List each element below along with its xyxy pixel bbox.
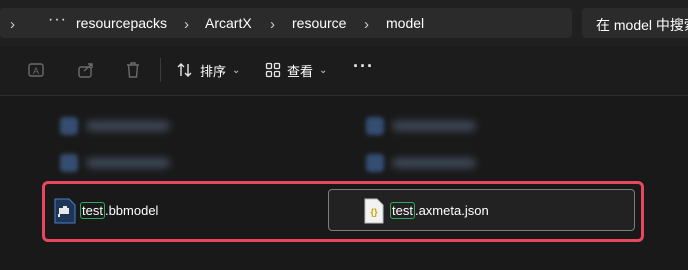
svg-text:A: A [33,66,39,76]
toolbar-divider [160,58,161,82]
view-button[interactable]: 查看 ⌄ [265,59,327,81]
breadcrumb-model[interactable]: model [386,15,424,31]
sort-icon [177,63,192,77]
breadcrumb-arcartx[interactable]: ArcartX [205,15,252,31]
share-icon[interactable] [76,60,96,80]
view-grid-icon [265,62,281,78]
blurred-file-name [86,121,170,131]
blurred-file-item[interactable] [60,152,180,174]
blurred-file-name [392,158,476,168]
chevron-down-icon: ⌄ [319,64,328,76]
chevron-down-icon: ⌄ [232,64,241,76]
sort-label: 排序 [200,63,227,79]
chevron-right-icon[interactable]: › [270,16,275,33]
rename-icon[interactable]: A [26,60,46,80]
blurred-file-icon [366,154,384,172]
blurred-file-name [86,158,170,168]
search-placeholder: 在 model 中搜索 [596,17,688,33]
chevron-right-icon[interactable]: › [364,16,369,33]
blurred-file-name [392,121,476,131]
blurred-file-item[interactable] [60,115,180,137]
chevron-right-icon[interactable]: › [10,16,15,33]
command-bar: A 排序 ⌄ 查看 ⌄ ··· [0,46,688,96]
breadcrumb-resource[interactable]: resource [292,15,346,31]
chevron-right-icon[interactable]: › [184,16,189,33]
address-bar-row: › ··· resourcepacks › ArcartX › resource… [0,0,688,46]
blurred-file-item[interactable] [366,115,486,137]
breadcrumb-resourcepacks[interactable]: resourcepacks [76,15,167,31]
annotation-highlight-box [42,181,644,242]
more-options-button[interactable]: ··· [353,56,374,77]
breadcrumb-overflow-button[interactable]: ··· [48,11,67,29]
sort-button[interactable]: 排序 ⌄ [176,59,240,81]
address-bar[interactable]: › ··· resourcepacks › ArcartX › resource… [0,8,572,38]
blurred-file-icon [366,117,384,135]
blurred-file-icon [60,154,78,172]
delete-icon[interactable] [123,60,143,80]
view-label: 查看 [287,63,314,79]
blurred-file-item[interactable] [366,152,486,174]
search-input[interactable]: 在 model 中搜索 [582,8,688,38]
blurred-file-icon [60,117,78,135]
